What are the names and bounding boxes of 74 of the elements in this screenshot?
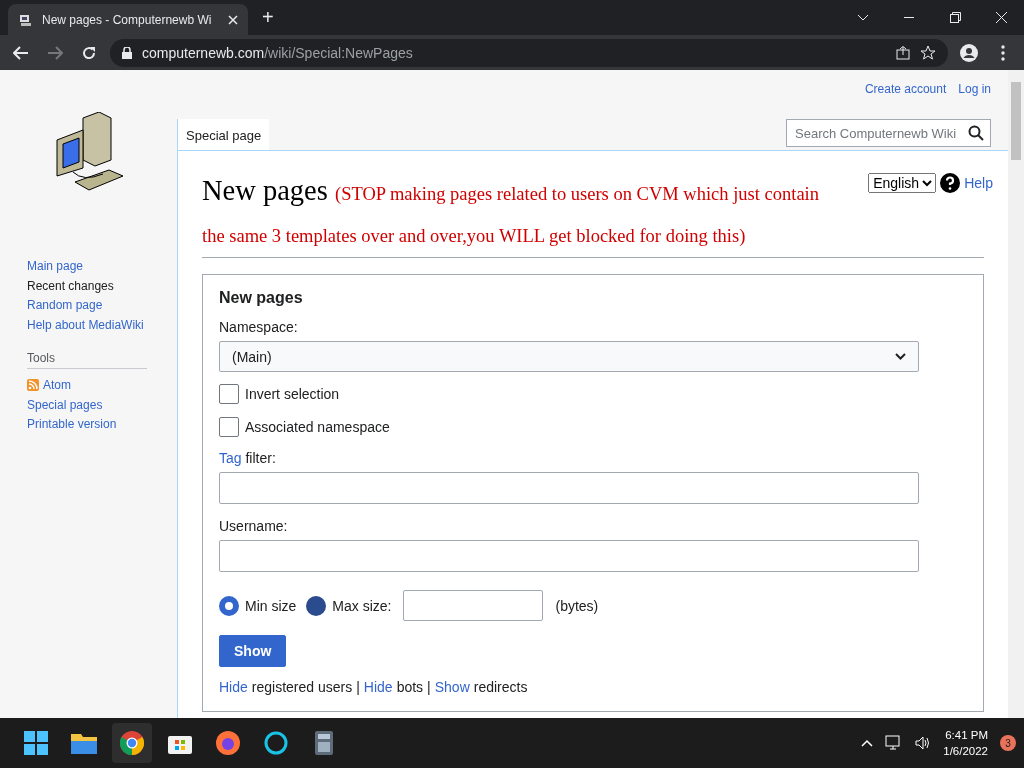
filter-link[interactable]: Hide — [363, 679, 393, 695]
sidebar-link[interactable]: Random page — [27, 297, 177, 314]
radio-button[interactable] — [219, 595, 239, 616]
clock[interactable]: 6:41 PM 1/6/2022 — [943, 727, 988, 759]
sidebar-link[interactable]: Recent changes — [27, 277, 177, 294]
back-arrow-icon[interactable] — [13, 45, 29, 60]
field-label: Namespace: — [219, 319, 299, 335]
language-select[interactable]: English — [868, 173, 937, 193]
search-field[interactable]: Search Computernewb Wiki — [786, 119, 991, 147]
sidebar-link[interactable]: Help about MediaWiki — [27, 316, 177, 333]
speaker-icon[interactable] — [915, 736, 932, 750]
url-text: computernewb.com/wiki/Special:NewPages — [142, 44, 413, 61]
chevron-down-icon — [895, 353, 906, 360]
sidebar-link[interactable]: Printable version — [27, 416, 177, 433]
unit-label: (bytes) — [555, 597, 599, 614]
lock-icon — [122, 46, 132, 59]
browser-tab[interactable]: New pages - Computernewb Wi — [8, 4, 248, 35]
menu-icon[interactable] — [1001, 44, 1005, 61]
scrollbar[interactable] — [1008, 70, 1024, 718]
form-legend: New pages — [219, 289, 967, 307]
reload-icon[interactable] — [81, 44, 97, 61]
calculator-icon[interactable] — [315, 731, 333, 755]
help-link[interactable]: Help — [964, 175, 993, 191]
field-label: Username: — [219, 518, 289, 534]
filter-link[interactable]: Hide — [219, 679, 248, 695]
restore-icon[interactable] — [949, 12, 961, 23]
star-icon[interactable] — [920, 44, 936, 61]
folder-icon[interactable] — [71, 732, 97, 754]
separator: | — [427, 679, 431, 695]
show-button[interactable]: Show — [219, 635, 287, 667]
chevron-up-icon[interactable] — [861, 739, 874, 747]
filter-link[interactable]: Show — [434, 679, 470, 695]
radio-button[interactable] — [306, 595, 327, 616]
filter-text: bots — [396, 679, 424, 695]
address-bar[interactable]: computernewb.com/wiki/Special:NewPages — [110, 38, 948, 67]
chrome-icon[interactable] — [120, 731, 144, 755]
windows-logo-icon[interactable] — [24, 731, 48, 755]
username-input[interactable] — [219, 540, 919, 572]
size-input[interactable] — [403, 590, 544, 621]
separator: | — [356, 679, 360, 695]
firefox-icon[interactable] — [216, 731, 240, 755]
tools-heading: Tools — [27, 351, 147, 369]
close-icon[interactable] — [995, 12, 1007, 23]
checkbox-label: Invert selection — [245, 386, 340, 402]
notification-badge[interactable]: 3 — [1000, 735, 1016, 751]
help-icon[interactable] — [940, 173, 961, 193]
search-icon[interactable] — [968, 125, 984, 141]
chevron-down-icon[interactable] — [857, 13, 869, 22]
new-tab-button[interactable]: + — [262, 6, 274, 29]
account-link[interactable]: Create account — [864, 82, 947, 102]
checkbox[interactable] — [219, 417, 239, 437]
radio-label: Min size — [245, 597, 297, 614]
tag-filter-input[interactable] — [219, 472, 919, 504]
account-link[interactable]: Log in — [958, 82, 991, 102]
share-icon[interactable] — [896, 45, 910, 60]
ring-icon[interactable] — [264, 731, 288, 755]
tag-link[interactable]: Tag — [219, 450, 242, 466]
rss-icon — [27, 379, 39, 392]
sidebar-link[interactable]: Atom — [27, 377, 177, 394]
sidebar-link[interactable]: Main page — [27, 258, 177, 275]
forward-arrow-icon[interactable] — [47, 45, 63, 60]
tab-title: New pages - Computernewb Wi — [42, 12, 213, 27]
radio-label: Max size: — [332, 597, 392, 614]
page-tab[interactable]: Special page — [177, 119, 270, 150]
checkbox-label: Associated namespace — [245, 419, 390, 435]
profile-icon[interactable] — [960, 43, 978, 62]
checkbox[interactable] — [219, 384, 239, 404]
minimize-icon[interactable] — [904, 16, 914, 19]
sidebar-link[interactable]: Special pages — [27, 396, 177, 413]
namespace-select[interactable]: (Main) — [219, 341, 919, 372]
field-label: Tag filter: — [219, 450, 277, 466]
close-icon[interactable] — [228, 14, 238, 25]
filter-text: registered users — [251, 679, 353, 695]
filter-text: redirects — [473, 679, 528, 695]
